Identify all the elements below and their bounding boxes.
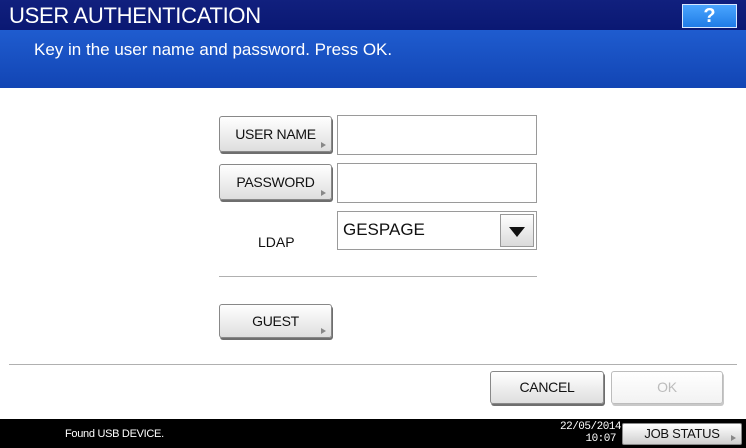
ldap-label: LDAP xyxy=(258,234,295,250)
ldap-dropdown-button[interactable] xyxy=(500,214,534,247)
corner-arrow-icon xyxy=(731,435,736,441)
password-button[interactable]: PASSWORD xyxy=(219,164,332,200)
form-divider xyxy=(219,276,537,277)
title-bar: USER AUTHENTICATION ? xyxy=(0,0,746,30)
user-name-button-label: USER NAME xyxy=(235,126,316,142)
user-name-button[interactable]: USER NAME xyxy=(219,116,332,152)
ok-button[interactable]: OK xyxy=(611,371,723,404)
user-name-field[interactable] xyxy=(337,115,537,155)
page-title: USER AUTHENTICATION xyxy=(9,3,261,28)
corner-arrow-icon xyxy=(321,142,326,148)
guest-button[interactable]: GUEST xyxy=(219,304,332,338)
job-status-label: JOB STATUS xyxy=(644,426,720,441)
password-field[interactable] xyxy=(337,163,537,203)
footer-divider xyxy=(9,364,737,365)
status-time: 10:07 xyxy=(585,433,616,445)
instruction-bar: Key in the user name and password. Press… xyxy=(0,30,746,88)
cancel-button[interactable]: CANCEL xyxy=(490,371,604,404)
cancel-button-label: CANCEL xyxy=(519,379,575,395)
password-button-label: PASSWORD xyxy=(236,174,315,190)
help-button[interactable]: ? xyxy=(682,4,737,28)
date-time: 22/05/2014 10:07 xyxy=(560,421,622,445)
instruction-text: Key in the user name and password. Press… xyxy=(34,40,393,59)
ok-button-label: OK xyxy=(657,379,677,395)
question-mark-icon: ? xyxy=(703,5,716,27)
job-status-button[interactable]: JOB STATUS xyxy=(622,423,742,445)
guest-button-label: GUEST xyxy=(252,313,299,329)
ldap-select[interactable]: GESPAGE xyxy=(337,211,537,250)
status-date: 22/05/2014 xyxy=(560,421,622,433)
corner-arrow-icon xyxy=(321,190,326,196)
ldap-selected-value: GESPAGE xyxy=(343,220,425,239)
corner-arrow-icon xyxy=(321,328,326,334)
chevron-down-icon xyxy=(509,227,525,237)
status-message: Found USB DEVICE. xyxy=(65,428,164,440)
